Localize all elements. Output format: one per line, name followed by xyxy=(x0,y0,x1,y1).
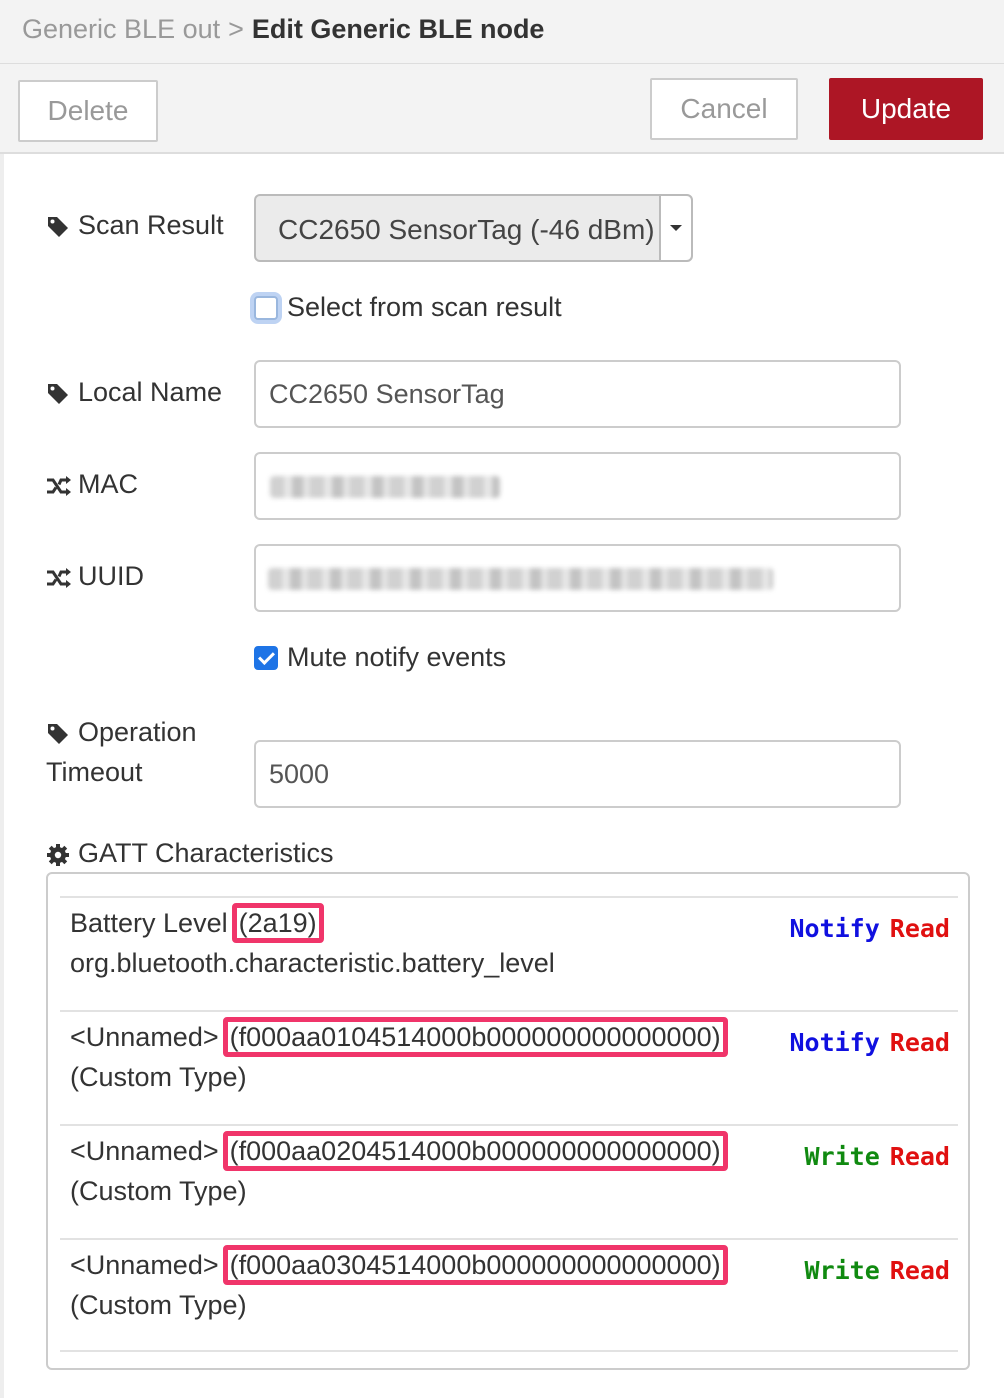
list-item[interactable]: <Unnamed> (f000aa0304514000b0000000000000… xyxy=(60,1238,958,1352)
shuffle-icon xyxy=(46,566,72,590)
list-item[interactable]: Battery Level (2a19) org.bluetooth.charac… xyxy=(60,896,958,1010)
local-name-input[interactable]: CC2650 SensorTag xyxy=(254,360,901,428)
breadcrumb-separator: > xyxy=(228,14,244,44)
property-notify: Notify xyxy=(789,1028,880,1057)
breadcrumb: Generic BLE out > Edit Generic BLE node xyxy=(22,14,544,45)
tag-icon xyxy=(46,215,72,239)
characteristic-uuid: (f000aa0204514000b000000000000000) xyxy=(222,1131,728,1171)
select-from-scan-row: Select from scan result xyxy=(254,292,562,323)
tag-icon xyxy=(46,382,72,406)
select-from-scan-label: Select from scan result xyxy=(287,292,562,322)
characteristic-title: <Unnamed> (f000aa0204514000b0000000000000… xyxy=(70,1131,728,1171)
characteristic-properties: Notify Read xyxy=(789,1028,950,1057)
property-read: Read xyxy=(889,914,950,943)
characteristic-name: Battery Level xyxy=(70,908,228,938)
property-read: Read xyxy=(889,1028,950,1057)
characteristic-type: (Custom Type) xyxy=(70,1176,247,1206)
mac-label-text: MAC xyxy=(78,469,138,499)
characteristic-type: (Custom Type) xyxy=(70,1290,247,1320)
operation-timeout-input[interactable]: 5000 xyxy=(254,740,901,808)
characteristic-title: Battery Level (2a19) xyxy=(70,903,324,943)
uuid-label: UUID xyxy=(46,556,144,596)
property-write: Write xyxy=(804,1142,880,1171)
local-name-label-text: Local Name xyxy=(78,377,223,407)
clipped-previous-row xyxy=(68,874,958,890)
mute-notify-row: Mute notify events xyxy=(254,642,506,673)
mac-input[interactable] xyxy=(254,452,901,520)
characteristic-title: <Unnamed> (f000aa0104514000b0000000000000… xyxy=(70,1017,728,1057)
operation-timeout-label-line2: Timeout xyxy=(46,757,143,787)
delete-button[interactable]: Delete xyxy=(18,80,158,142)
uuid-input[interactable] xyxy=(254,544,901,612)
operation-timeout-label-line1: Operation xyxy=(78,717,197,747)
characteristic-uuid: (f000aa0104514000b000000000000000) xyxy=(222,1017,728,1057)
local-name-label: Local Name xyxy=(46,372,222,412)
characteristic-name: <Unnamed> xyxy=(70,1250,219,1280)
select-from-scan-checkbox[interactable] xyxy=(254,295,278,320)
property-write: Write xyxy=(804,1256,880,1285)
characteristic-properties: Notify Read xyxy=(789,914,950,943)
shuffle-icon xyxy=(46,474,72,498)
operation-timeout-label: Operation Timeout xyxy=(46,712,197,792)
list-item[interactable]: <Unnamed> (f000aa0204514000b0000000000000… xyxy=(60,1124,958,1238)
property-notify: Notify xyxy=(789,914,880,943)
mute-notify-checkbox[interactable] xyxy=(254,645,278,670)
gatt-label: GATT Characteristics xyxy=(46,833,334,873)
property-read: Read xyxy=(889,1142,950,1171)
characteristic-uuid: (2a19) xyxy=(231,903,324,943)
gatt-label-text: GATT Characteristics xyxy=(78,838,334,868)
chevron-down-icon[interactable] xyxy=(659,196,691,260)
characteristic-name: <Unnamed> xyxy=(70,1136,219,1166)
characteristic-type: org.bluetooth.characteristic.battery_lev… xyxy=(70,948,555,978)
scan-result-label-text: Scan Result xyxy=(78,210,224,240)
redacted-value xyxy=(268,568,773,590)
characteristic-uuid: (f000aa0304514000b000000000000000) xyxy=(222,1245,728,1285)
characteristic-properties: Write Read xyxy=(805,1142,950,1171)
characteristic-properties: Write Read xyxy=(805,1256,950,1285)
update-button[interactable]: Update xyxy=(829,78,983,140)
redacted-value xyxy=(270,476,500,498)
scan-result-select[interactable]: CC2650 SensorTag (-46 dBm) xyxy=(254,194,693,262)
gear-icon xyxy=(46,843,72,867)
mute-notify-label: Mute notify events xyxy=(287,642,507,672)
property-read: Read xyxy=(889,1256,950,1285)
breadcrumb-current: Edit Generic BLE node xyxy=(251,14,545,44)
tag-icon xyxy=(46,722,72,746)
dialog-header: Generic BLE out > Edit Generic BLE node xyxy=(0,0,1004,64)
characteristic-type: (Custom Type) xyxy=(70,1062,247,1092)
characteristic-name: <Unnamed> xyxy=(70,1022,219,1052)
gatt-characteristics-list[interactable]: Battery Level (2a19) org.bluetooth.charac… xyxy=(46,872,970,1370)
characteristic-title: <Unnamed> (f000aa0304514000b0000000000000… xyxy=(70,1245,728,1285)
mac-label: MAC xyxy=(46,464,138,504)
scan-result-label: Scan Result xyxy=(46,205,224,245)
scan-result-value: CC2650 SensorTag (-46 dBm) xyxy=(278,214,655,245)
dialog-toolbar: Delete Cancel Update xyxy=(0,64,1004,154)
list-item[interactable]: <Unnamed> (f000aa0104514000b0000000000000… xyxy=(60,1010,958,1124)
cancel-button[interactable]: Cancel xyxy=(650,78,798,140)
breadcrumb-parent[interactable]: Generic BLE out xyxy=(22,14,220,44)
uuid-label-text: UUID xyxy=(78,561,144,591)
